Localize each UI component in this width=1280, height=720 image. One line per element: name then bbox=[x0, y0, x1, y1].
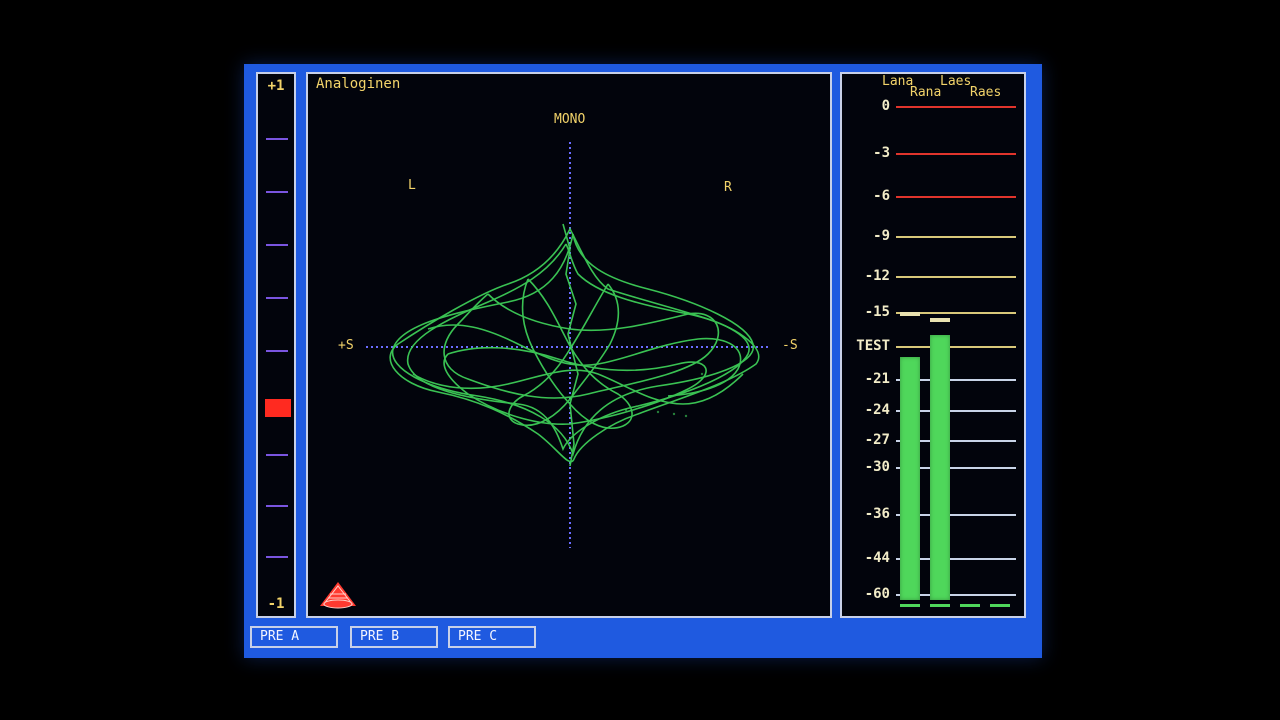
level-floor-laes bbox=[960, 604, 980, 607]
preset-b-button[interactable]: PRE B bbox=[350, 626, 438, 648]
level-floor-lana bbox=[900, 604, 920, 607]
scale-label: -15 bbox=[864, 304, 890, 320]
scale-label: -24 bbox=[864, 402, 890, 418]
level-meter-panel: Lana Rana Laes Raes 0 -3 -6 -9 -12 -15 TEST -21… bbox=[840, 72, 1026, 618]
peak-hold-lana bbox=[900, 312, 920, 316]
correlation-tick bbox=[266, 350, 288, 352]
scale-line bbox=[896, 196, 1016, 198]
scale-line bbox=[896, 153, 1016, 155]
scale-row: -3 bbox=[842, 145, 1024, 161]
scale-label: -27 bbox=[864, 432, 890, 448]
preset-a-button[interactable]: PRE A bbox=[250, 626, 338, 648]
correlation-tick bbox=[266, 556, 288, 558]
scale-line bbox=[896, 236, 1016, 238]
channel-label-lana: Lana bbox=[882, 74, 914, 89]
correlation-indicator bbox=[265, 398, 291, 417]
scale-row: 0 bbox=[842, 98, 1024, 114]
scale-line bbox=[896, 276, 1016, 278]
brand-logo-icon bbox=[320, 582, 356, 609]
correlation-tick bbox=[266, 138, 288, 140]
level-floor-raes bbox=[990, 604, 1010, 607]
correlation-top-label: +1 bbox=[267, 78, 285, 94]
scale-label: -36 bbox=[864, 506, 890, 522]
correlation-tick bbox=[266, 454, 288, 456]
scale-label: -60 bbox=[864, 586, 890, 602]
scale-label: TEST bbox=[856, 338, 890, 354]
scale-line bbox=[896, 106, 1016, 108]
level-bar-lana bbox=[900, 357, 920, 600]
goniometer-panel: Analoginen MONO L R +S -S bbox=[306, 72, 832, 618]
scale-row: -12 bbox=[842, 268, 1024, 284]
scale-label: -21 bbox=[864, 371, 890, 387]
scale-line bbox=[896, 346, 1016, 348]
preset-c-button[interactable]: PRE C bbox=[448, 626, 536, 648]
scale-label: -12 bbox=[864, 268, 890, 284]
scale-row: -6 bbox=[842, 188, 1024, 204]
scale-label: -9 bbox=[873, 228, 890, 244]
lissajous-trace bbox=[389, 223, 760, 467]
scale-label: -6 bbox=[873, 188, 890, 204]
level-bar-rana bbox=[930, 334, 950, 600]
scale-label: 0 bbox=[881, 98, 890, 114]
correlation-bottom-label: -1 bbox=[267, 596, 285, 612]
correlation-meter: +1 -1 bbox=[256, 72, 296, 618]
correlation-tick bbox=[266, 191, 288, 193]
monitor-screen: +1 -1 Analoginen MONO L R +S -S Lana Ran… bbox=[244, 64, 1042, 658]
scale-label: -3 bbox=[873, 145, 890, 161]
scale-label: -30 bbox=[864, 459, 890, 475]
level-floor-rana bbox=[930, 604, 950, 607]
goniometer-plot bbox=[366, 142, 770, 548]
scale-row: -9 bbox=[842, 228, 1024, 244]
channel-label-laes: Laes bbox=[940, 74, 972, 89]
correlation-tick bbox=[266, 297, 288, 299]
correlation-tick bbox=[266, 505, 288, 507]
peak-hold-rana bbox=[930, 317, 950, 322]
scale-label: -44 bbox=[864, 550, 890, 566]
correlation-tick bbox=[266, 244, 288, 246]
